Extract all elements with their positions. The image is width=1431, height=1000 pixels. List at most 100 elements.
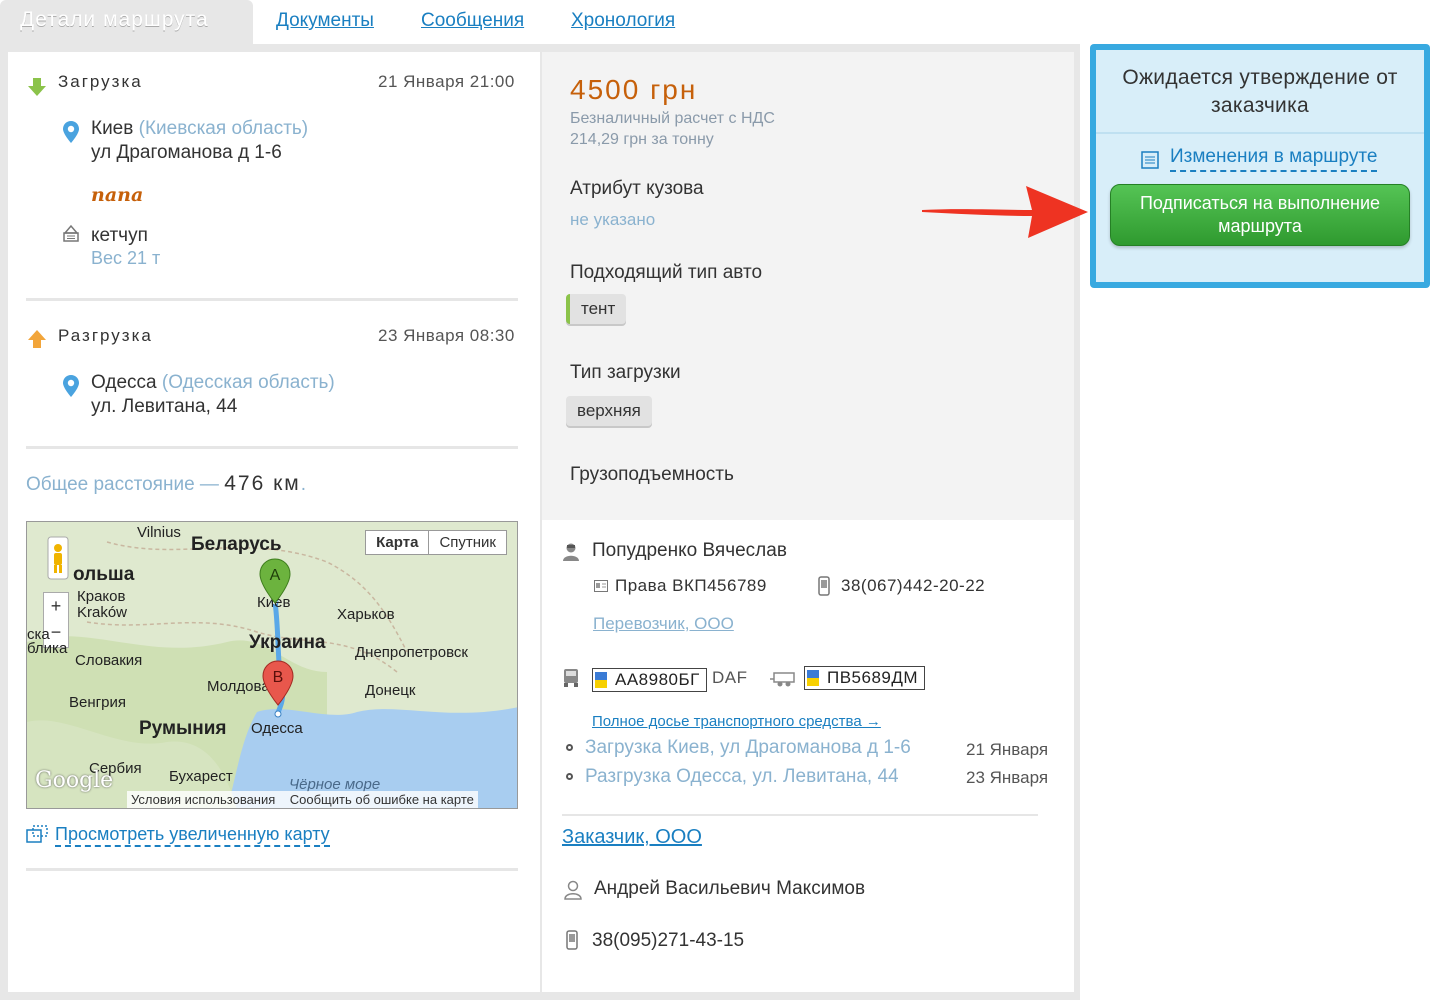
carrier-info: Попудренко Вячеслав Права ВКП456789 38(0… (542, 520, 1074, 992)
cargo-icon (63, 224, 79, 242)
capacity-title: Грузоподъемность (570, 464, 734, 485)
unloading-city: Одесса (91, 372, 157, 393)
google-logo: Google (35, 768, 114, 793)
route-map[interactable]: Карта Спутник + − Vilnius Беларусь ольша… (26, 521, 518, 809)
schedule-item-text: Разгрузка Одесса, ул. Левитана, 44 (585, 766, 899, 787)
vehicle-type-chip: тент (566, 294, 627, 324)
map-label-hungary: Венгрия (69, 694, 126, 711)
map-label-slovakia: Словакия (75, 652, 143, 669)
zoom-in-button[interactable]: + (44, 593, 68, 619)
arrow-down-icon (28, 78, 46, 96)
payment-type: Безналичный расчет с НДС (570, 110, 775, 127)
map-label-krakow-ru: Краков (77, 588, 126, 605)
approval-status-inner: Ожидается утверждение от заказчика Измен… (1096, 50, 1424, 282)
loading-title: Загрузка (58, 72, 143, 91)
view-larger-map-link[interactable]: Просмотреть увеличенную карту (55, 824, 330, 847)
divider (26, 446, 518, 449)
trailer-plate: ПВ5689ДМ (804, 666, 926, 690)
approval-status-title: Ожидается утверждение от заказчика (1122, 66, 1398, 117)
customer-contact-name: Андрей Васильевич Максимов (594, 878, 866, 899)
route-column: Загрузка 21 Января 21:00 Киев (Киевская … (8, 52, 540, 992)
map-footer: Условия использования Сообщить об ошибке… (127, 791, 478, 808)
loading-type-title: Тип загрузки (570, 362, 681, 383)
pegman-icon[interactable] (47, 536, 69, 580)
tab-documents[interactable]: Документы (276, 10, 374, 32)
ukraine-flag-icon (595, 672, 607, 688)
cargo-name: кетчуп (91, 225, 148, 246)
location-pin-icon (63, 121, 79, 143)
contact-person-icon (564, 880, 582, 900)
unloading-date: 23 Января 08:30 (378, 326, 515, 345)
map-label-romania: Румыния (139, 718, 227, 739)
vehicle-brand: DAF (712, 668, 748, 687)
trailer-icon (770, 672, 795, 687)
loading-type-chip: верхняя (566, 396, 652, 426)
expand-map-icon (26, 825, 48, 843)
carrier-link[interactable]: Перевозчик, ООО (593, 614, 734, 634)
body-attribute-value: не указано (570, 210, 656, 229)
vehicle-plate: АА8980БГ (592, 668, 707, 692)
map-label-kharkiv: Харьков (337, 606, 395, 623)
tab-history[interactable]: Хронология (571, 10, 675, 32)
unloading-title: Разгрузка (58, 326, 153, 345)
map-label-ukraine: Украина (249, 632, 326, 653)
distance-suffix: . (300, 474, 306, 495)
map-terms-link[interactable]: Условия использования (131, 792, 275, 807)
marker-b-label: B (273, 669, 284, 686)
map-type-toggle: Карта Спутник (365, 530, 507, 555)
route-changes-icon (1141, 151, 1159, 169)
customer-company-link[interactable]: Заказчик, ООО (562, 826, 702, 849)
tab-bar: Детали маршрута Документы Сообщения Хрон… (0, 0, 1080, 44)
phone-icon (566, 930, 578, 950)
map-label-dnipro: Днепропетровск (355, 644, 468, 661)
schedule-item-date: 21 Января (966, 740, 1049, 759)
truck-icon (564, 669, 578, 687)
route-details-panel: Загрузка 21 Января 21:00 Киев (Киевская … (0, 44, 1080, 1000)
unloading-region: (Одесская область) (161, 372, 335, 393)
map-label-odesa: Одесса (251, 720, 303, 737)
map-button[interactable]: Карта (366, 531, 430, 554)
satellite-button[interactable]: Спутник (429, 531, 506, 554)
map-label-krakow: Kraków (77, 604, 128, 621)
tab-messages[interactable]: Сообщения (421, 10, 524, 32)
marker-a-icon[interactable]: A (259, 558, 291, 604)
driver-icon (563, 543, 579, 561)
divider (26, 868, 518, 871)
vehicle-dossier-link[interactable]: Полное досье транспортного средства → (592, 713, 881, 730)
map-label-poland: ольша (73, 564, 135, 585)
total-distance: Общее расстояние — 476 км. (26, 472, 306, 496)
schedule-item-date: 23 Января (966, 768, 1049, 787)
tab-route-details[interactable]: Детали маршрута (0, 0, 253, 44)
cargo-attributes: 4500 грн Безналичный расчет с НДС 214,29… (542, 52, 1074, 520)
loading-city: Киев (91, 118, 134, 139)
route-changes-link[interactable]: Изменения в маршруте (1170, 146, 1378, 172)
trailer-plate-number: ПВ5689ДМ (827, 668, 919, 687)
map-label-bucharest: Бухарест (169, 768, 233, 785)
loading-region: (Киевская область) (138, 118, 309, 139)
unloading-city-line: Одесса (Одесская область) (91, 372, 335, 394)
driver-name: Попудренко Вячеслав (592, 540, 787, 561)
marker-b-icon[interactable]: B (262, 660, 294, 706)
location-pin-icon (63, 375, 79, 397)
cargo-weight: Вес 21 т (91, 248, 161, 268)
schedule-item: Разгрузка Одесса, ул. Левитана, 44 (566, 766, 899, 788)
map-label-republic: блика (27, 640, 68, 657)
map-label-vilnius: Vilnius (137, 524, 181, 541)
driver-license: Права ВКП456789 (615, 576, 767, 595)
red-arrow-annotation (922, 186, 1088, 238)
map-report-link[interactable]: Сообщить об ошибке на карте (290, 792, 474, 807)
map-label-moldova: Молдова (207, 678, 270, 695)
bullet-icon (566, 744, 573, 752)
distance-value: 476 км (224, 472, 301, 495)
cargo-tag: папа (91, 184, 144, 206)
ukraine-flag-icon (807, 670, 819, 686)
loading-date: 21 Января 21:00 (378, 72, 515, 91)
divider (1096, 132, 1424, 134)
bullet-icon (566, 773, 573, 781)
map-label-donetsk: Донецк (365, 682, 416, 699)
price-amount: 4500 грн (570, 74, 698, 105)
sign-up-route-button[interactable]: Подписаться на выполнение маршрута (1110, 184, 1410, 246)
divider (562, 814, 1038, 816)
phone-icon (818, 576, 830, 596)
driver-phone: 38(067)442-20-22 (841, 576, 986, 595)
